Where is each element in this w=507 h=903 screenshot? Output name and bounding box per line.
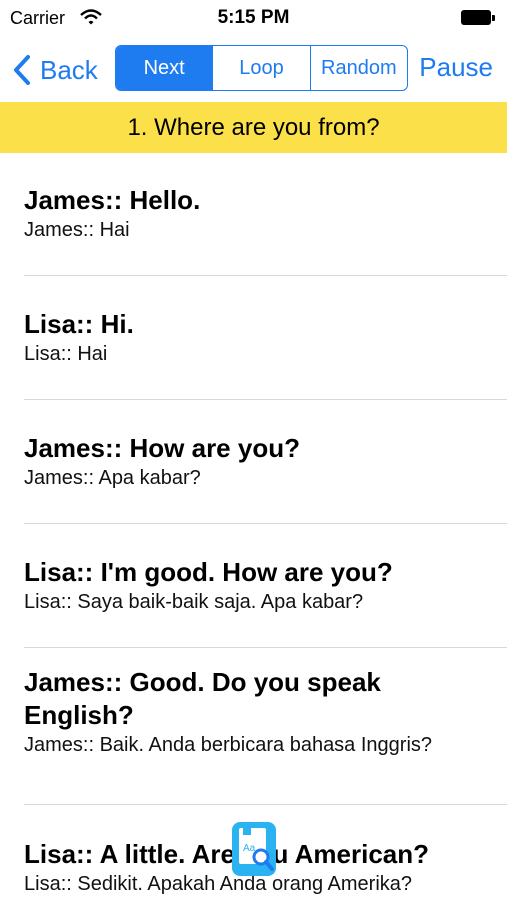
segment-random[interactable]: Random — [309, 46, 407, 90]
dialogue-english: Lisa:: Hi. — [24, 309, 134, 339]
back-label: Back — [40, 54, 98, 85]
dialogue-english: James:: Good. Do you speak English? — [24, 667, 381, 730]
dialogue-row[interactable]: James:: Hello. James:: Hai — [0, 153, 507, 275]
dialogue-translation: James:: Baik. Anda berbicara bahasa Ingg… — [24, 734, 433, 756]
dialogue-english: James:: Hello. — [24, 185, 201, 215]
dialogue-translation: Lisa:: Hai — [24, 343, 108, 365]
dialogue-row[interactable]: Lisa:: I'm good. How are you? Lisa:: Say… — [0, 524, 507, 647]
pause-button[interactable]: Pause — [419, 52, 493, 83]
playback-mode-control: Next Loop Random — [115, 45, 408, 91]
dialogue-english: James:: How are you? — [24, 433, 300, 463]
status-time: 5:15 PM — [217, 7, 290, 28]
lesson-title-banner: 1. Where are you from? — [0, 102, 507, 153]
segment-loop[interactable]: Loop — [212, 46, 309, 90]
dialogue-translation: James:: Apa kabar? — [24, 467, 201, 489]
navigation-bar: Back Next Loop Random Pause — [0, 38, 507, 102]
battery-icon — [461, 10, 495, 25]
status-bar: Carrier 5:15 PM — [0, 0, 507, 38]
dialogue-english: Lisa:: I'm good. How are you? — [24, 557, 393, 587]
dialogue-row[interactable]: James:: Good. Do you speak English? Jame… — [0, 648, 507, 804]
lesson-title: 1. Where are you from? — [127, 113, 380, 141]
dictionary-lookup-icon[interactable]: Aa — [230, 820, 278, 878]
dialogue-translation: James:: Hai — [24, 219, 130, 241]
dialogue-list: James:: Hello. James:: Hai Lisa:: Hi. Li… — [0, 153, 507, 903]
chevron-left-icon — [14, 55, 30, 85]
dialogue-row[interactable]: James:: How are you? James:: Apa kabar? — [0, 400, 507, 523]
svg-text:Aa: Aa — [243, 843, 256, 854]
segment-next[interactable]: Next — [116, 46, 213, 90]
dialogue-translation: Lisa:: Saya baik-baik saja. Apa kabar? — [24, 591, 364, 613]
back-button[interactable]: Back — [12, 52, 98, 88]
dialogue-row[interactable]: Lisa:: Hi. Lisa:: Hai — [0, 276, 507, 399]
